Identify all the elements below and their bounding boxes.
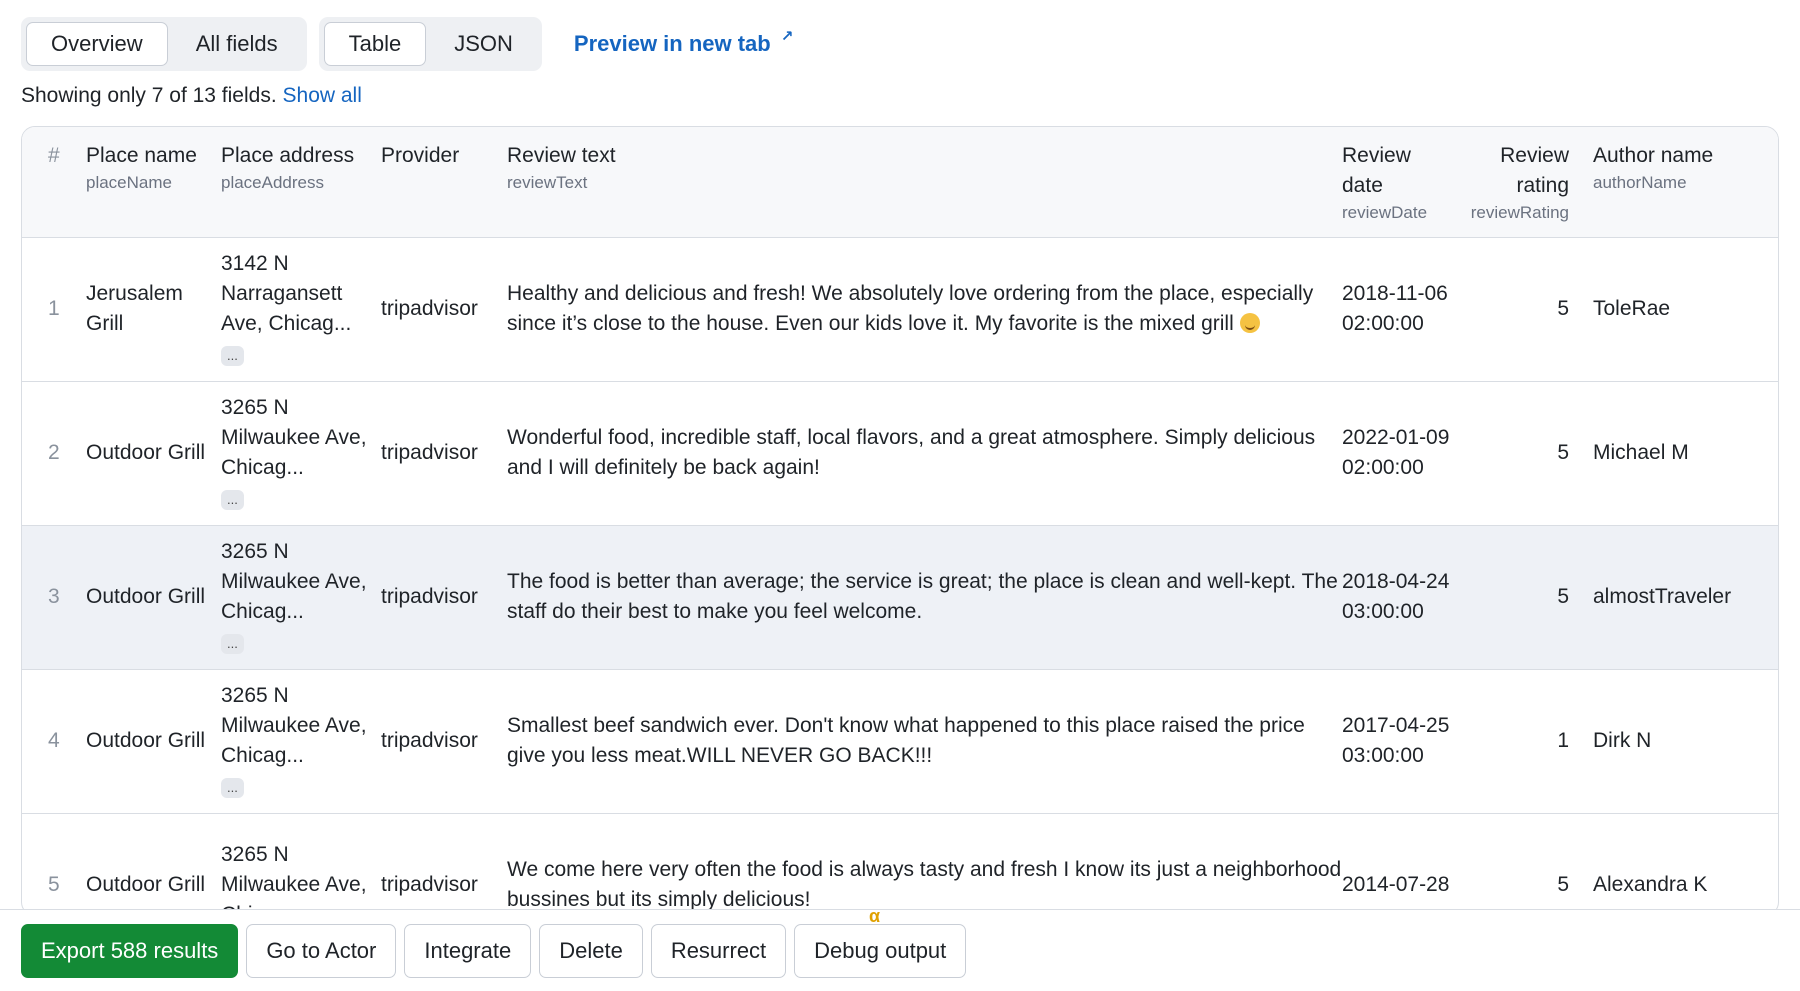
cell-review-date: 2014-07-28: [1342, 873, 1450, 896]
col-header-review-text[interactable]: Review text reviewText: [507, 127, 1342, 238]
cell-author-name: almostTraveler: [1593, 585, 1732, 608]
cell-place-name: Outdoor Grill: [86, 441, 206, 464]
cell-place-address: 3265 N Milwaukee Ave, Chicag......: [221, 381, 381, 525]
cell-author-name: Dirk N: [1593, 729, 1652, 752]
col-header-place-address[interactable]: Place address placeAddress: [221, 127, 381, 238]
cell-review-date: 2018-04-24 03:00:00: [1342, 570, 1450, 623]
cell-review-date: 2022-01-09 02:00:00: [1342, 426, 1450, 479]
col-header-index: #: [22, 127, 86, 238]
cell-review-text: Healthy and delicious and fresh! We abso…: [507, 282, 1314, 335]
cell-review-date: 2017-04-25 03:00:00: [1342, 714, 1450, 767]
row-index: 2: [48, 441, 60, 464]
expand-more-button[interactable]: ...: [221, 490, 244, 510]
cell-review-text: Wonderful food, incredible staff, local …: [507, 426, 1316, 479]
alpha-badge: α: [869, 906, 881, 926]
cell-place-address: 3265 N Milwaukee Ave, Chicag......: [221, 669, 381, 813]
table-row[interactable]: 5 Outdoor Grill 3265 N Milwaukee Ave, Ch…: [22, 813, 1778, 915]
preview-new-tab-link[interactable]: Preview in new tab ↗: [573, 28, 793, 57]
cell-provider: tripadvisor: [381, 297, 478, 320]
cell-provider: tripadvisor: [381, 441, 478, 464]
cell-place-address: 3265 N Milwaukee Ave, Chicag......: [221, 525, 381, 669]
expand-more-button[interactable]: ...: [221, 346, 244, 366]
row-index: 1: [48, 297, 60, 320]
cell-place-name: Outdoor Grill: [86, 873, 206, 896]
show-all-link[interactable]: Show all: [283, 84, 362, 107]
row-index: 4: [48, 729, 60, 752]
fields-summary: Showing only 7 of 13 fields. Show all: [21, 84, 362, 108]
table-header-row: # Place name placeName Place address place…: [22, 127, 1778, 238]
expand-more-button[interactable]: ...: [221, 778, 244, 798]
action-bar: Export 588 results Go to Actor Integrate…: [0, 909, 1800, 991]
external-link-icon: ↗: [780, 28, 794, 45]
cell-provider: tripadvisor: [381, 873, 478, 896]
expand-more-button[interactable]: ...: [221, 634, 244, 654]
cell-review-rating: 5: [1557, 441, 1569, 464]
go-to-actor-button[interactable]: Go to Actor: [246, 923, 397, 978]
table-row[interactable]: 2 Outdoor Grill 3265 N Milwaukee Ave, Ch…: [22, 381, 1778, 525]
cell-place-address: 3142 N Narragansett Ave, Chicag......: [221, 237, 381, 381]
cell-review-text: Smallest beef sandwich ever. Don't know …: [507, 714, 1305, 767]
cell-place-name: Outdoor Grill: [86, 585, 206, 608]
tab-overview[interactable]: Overview: [26, 22, 168, 66]
cell-author-name: Alexandra K: [1593, 873, 1708, 896]
cell-review-date: 2018-11-06 02:00:00: [1342, 282, 1448, 335]
preview-link-label: Preview in new tab: [573, 31, 771, 56]
cell-review-text: The food is better than average; the ser…: [507, 570, 1338, 623]
cell-provider: tripadvisor: [381, 585, 478, 608]
cell-review-rating: 1: [1557, 729, 1569, 752]
integrate-button[interactable]: Integrate: [404, 923, 532, 978]
debug-output-button[interactable]: Debug output: [794, 923, 967, 978]
cell-review-rating: 5: [1557, 873, 1569, 896]
tab-json[interactable]: JSON: [430, 22, 537, 66]
cell-place-address: 3265 N Milwaukee Ave, Chicag...: [221, 843, 367, 915]
col-header-provider[interactable]: Provider: [381, 127, 507, 238]
cell-place-name: Jerusalem Grill: [86, 282, 183, 335]
cell-place-name: Outdoor Grill: [86, 729, 206, 752]
col-header-review-rating[interactable]: Review rating reviewRating: [1457, 127, 1593, 238]
table-row[interactable]: 4 Outdoor Grill 3265 N Milwaukee Ave, Ch…: [22, 669, 1778, 813]
col-header-author-name[interactable]: Author name authorName: [1593, 127, 1778, 238]
cell-review-rating: 5: [1557, 297, 1569, 320]
smile-emoji-icon: [1239, 313, 1260, 333]
cell-review-text: We come here very often the food is alwa…: [507, 858, 1342, 911]
col-header-place-name[interactable]: Place name placeName: [86, 127, 221, 238]
fields-summary-text: Showing only 7 of 13 fields.: [21, 84, 277, 107]
row-index: 3: [48, 585, 60, 608]
cell-provider: tripadvisor: [381, 729, 478, 752]
view-mode-switch: Overview All fields: [21, 17, 307, 71]
cell-author-name: Michael M: [1593, 441, 1689, 464]
table-row[interactable]: 3 Outdoor Grill 3265 N Milwaukee Ave, Ch…: [22, 525, 1778, 669]
cell-author-name: ToleRae: [1593, 297, 1671, 320]
row-index: 5: [48, 873, 60, 896]
cell-review-rating: 5: [1557, 585, 1569, 608]
tab-table[interactable]: Table: [323, 22, 427, 66]
view-toolbar: Overview All fields Table JSON Preview i…: [21, 17, 793, 71]
export-results-button[interactable]: Export 588 results: [21, 923, 239, 978]
format-switch: Table JSON: [318, 17, 542, 71]
col-header-review-date[interactable]: Review date reviewDate: [1342, 127, 1457, 238]
tab-all-fields[interactable]: All fields: [172, 22, 302, 66]
table-row[interactable]: 1 Jerusalem Grill 3142 N Narragansett Av…: [22, 237, 1778, 381]
resurrect-button[interactable]: Resurrect: [650, 923, 787, 978]
delete-button[interactable]: Delete: [539, 923, 643, 978]
results-table: # Place name placeName Place address place…: [21, 126, 1779, 916]
